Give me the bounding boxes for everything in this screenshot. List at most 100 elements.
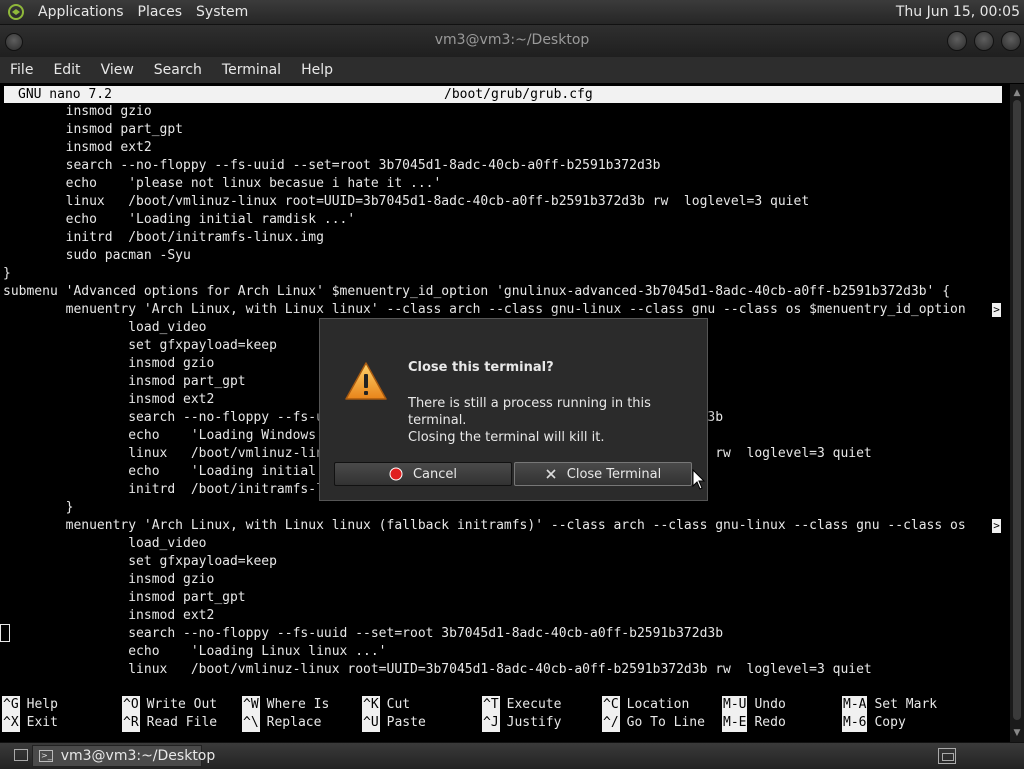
- shortcut-label: Undo: [754, 697, 786, 712]
- cancel-button[interactable]: Cancel: [334, 462, 512, 486]
- editor-line-text: set gfxpayload=keep: [3, 338, 277, 353]
- shortcut-label: Replace: [266, 715, 322, 730]
- editor-line[interactable]: echo 'Loading initial ramdisk ...': [3, 211, 1003, 229]
- close-icon: [545, 468, 557, 480]
- workspace-switcher-icon[interactable]: [938, 748, 956, 764]
- shortcut-label: Cut: [386, 697, 411, 712]
- cancel-icon: [389, 467, 403, 481]
- dialog-message-line1: There is still a process running in this…: [408, 396, 651, 428]
- top-panel: Applications Places System Thu Jun 15, 0…: [0, 0, 1024, 25]
- shortcut-item: ^K Cut: [362, 696, 410, 714]
- editor-line-text: echo 'Loading initial ramdisk ...': [3, 212, 356, 227]
- editor-line[interactable]: sudo pacman -Syu: [3, 247, 1003, 265]
- shortcut-label: Go To Line: [626, 715, 705, 730]
- shortcut-key: ^O: [122, 696, 140, 714]
- dialog-title: Close this terminal?: [408, 360, 554, 375]
- menu-search[interactable]: Search: [144, 62, 212, 78]
- editor-line[interactable]: submenu 'Advanced options for Arch Linux…: [3, 283, 1003, 301]
- editor-line-text: insmod gzio: [3, 572, 215, 587]
- editor-line[interactable]: linux /boot/vmlinuz-linux root=UUID=3b70…: [3, 661, 1003, 679]
- shortcut-label: Redo: [754, 715, 786, 730]
- close-terminal-button[interactable]: Close Terminal: [514, 462, 692, 486]
- window-menu-icon[interactable]: [5, 33, 23, 51]
- shortcut-label: Justify: [506, 715, 562, 730]
- shortcut-key: M-U: [722, 696, 748, 714]
- shortcut-label: Copy: [874, 715, 906, 730]
- system-menu[interactable]: System: [190, 4, 256, 20]
- dialog-message-line2: Closing the terminal will kill it.: [408, 430, 605, 445]
- editor-line-text: search --no-floppy --fs-uuid --set=root …: [3, 158, 661, 173]
- menu-view[interactable]: View: [91, 62, 144, 78]
- editor-line-text: echo 'Loading Linux linux ...': [3, 644, 387, 659]
- editor-line-text: insmod ext2: [3, 140, 152, 155]
- editor-line[interactable]: }: [3, 499, 1003, 517]
- editor-line[interactable]: load_video: [3, 535, 1003, 553]
- editor-line[interactable]: search --no-floppy --fs-uuid --set=root …: [3, 625, 1003, 643]
- nano-shortcut-bar: ^G Help ^O Write Out ^W Where Is ^K Cut ^T Execut…: [0, 696, 1010, 736]
- editor-line[interactable]: menuentry 'Arch Linux, with Linux linux …: [3, 517, 1003, 535]
- nano-filename: /boot/grub/grub.cfg: [444, 87, 593, 102]
- editor-line[interactable]: insmod part_gpt: [3, 589, 1003, 607]
- menu-terminal[interactable]: Terminal: [212, 62, 291, 78]
- terminal-icon: >_: [39, 750, 53, 762]
- shortcut-item: M-A Set Mark: [842, 696, 937, 714]
- shortcut-key: M-6: [842, 714, 868, 732]
- minimize-button[interactable]: [947, 31, 967, 51]
- editor-line[interactable]: insmod ext2: [3, 139, 1003, 157]
- clock[interactable]: Thu Jun 15, 00:05: [896, 4, 1020, 20]
- editor-line[interactable]: initrd /boot/initramfs-linux.img: [3, 229, 1003, 247]
- editor-line[interactable]: search --no-floppy --fs-uuid --set=root …: [3, 157, 1003, 175]
- editor-line-text: menuentry 'Arch Linux, with Linux linux'…: [3, 302, 966, 317]
- shortcut-item: ^X Exit: [2, 714, 58, 732]
- line-overflow-marker: >: [992, 303, 1001, 317]
- editor-line[interactable]: menuentry 'Arch Linux, with Linux linux'…: [3, 301, 1003, 319]
- nano-version: GNU nano 7.2: [18, 87, 112, 102]
- editor-line[interactable]: insmod ext2: [3, 607, 1003, 625]
- shortcut-item: ^\ Replace: [242, 714, 321, 732]
- scroll-up-icon[interactable]: ▲: [1010, 86, 1024, 100]
- menu-file[interactable]: File: [0, 62, 43, 78]
- editor-line-text: linux /boot/vmlinuz-linux root=UUID=3b70…: [3, 194, 810, 209]
- close-terminal-dialog: Close this terminal? There is still a pr…: [319, 318, 708, 501]
- editor-line-text: menuentry 'Arch Linux, with Linux linux …: [3, 518, 966, 533]
- taskbar-window-label: vm3@vm3:~/Desktop: [60, 748, 216, 764]
- editor-line[interactable]: echo 'Loading Linux linux ...': [3, 643, 1003, 661]
- shortcut-item: ^R Read File: [122, 714, 217, 732]
- places-menu[interactable]: Places: [132, 4, 191, 20]
- editor-line[interactable]: insmod gzio: [3, 103, 1003, 121]
- shortcut-key: ^W: [242, 696, 260, 714]
- vertical-scrollbar[interactable]: ▲ ▼: [1010, 84, 1024, 742]
- maximize-button[interactable]: [974, 31, 994, 51]
- editor-line[interactable]: echo 'please not linux becasue i hate it…: [3, 175, 1003, 193]
- editor-line[interactable]: linux /boot/vmlinuz-linux root=UUID=3b70…: [3, 193, 1003, 211]
- shortcut-key: M-A: [842, 696, 868, 714]
- distro-logo-icon[interactable]: [6, 2, 26, 22]
- shortcut-item: ^J Justify: [482, 714, 561, 732]
- shortcut-key: ^/: [602, 714, 620, 732]
- dialog-message: There is still a process running in this…: [408, 395, 698, 446]
- shortcut-item: ^O Write Out: [122, 696, 217, 714]
- show-desktop-icon[interactable]: [14, 749, 28, 761]
- editor-line-text: linux /boot/vmlinuz-linux root=UUID=3b70…: [3, 662, 872, 677]
- scroll-down-icon[interactable]: ▼: [1010, 726, 1024, 740]
- shortcut-item: ^W Where Is: [242, 696, 329, 714]
- shortcut-key: ^T: [482, 696, 500, 714]
- editor-line[interactable]: set gfxpayload=keep: [3, 553, 1003, 571]
- editor-line-text: insmod part_gpt: [3, 590, 246, 605]
- editor-line[interactable]: }: [3, 265, 1003, 283]
- shortcut-key: ^\: [242, 714, 260, 732]
- editor-line[interactable]: insmod part_gpt: [3, 121, 1003, 139]
- menu-edit[interactable]: Edit: [43, 62, 90, 78]
- applications-menu[interactable]: Applications: [32, 4, 132, 20]
- shortcut-label: Set Mark: [874, 697, 938, 712]
- shortcut-item: ^G Help: [2, 696, 58, 714]
- close-terminal-label: Close Terminal: [566, 466, 662, 482]
- close-window-button[interactable]: [1001, 31, 1021, 51]
- window-titlebar[interactable]: vm3@vm3:~/Desktop: [0, 25, 1024, 57]
- line-overflow-marker: >: [992, 519, 1001, 533]
- menu-help[interactable]: Help: [291, 62, 343, 78]
- scroll-thumb[interactable]: [1013, 100, 1021, 720]
- shortcut-key: M-E: [722, 714, 748, 732]
- taskbar-window-button[interactable]: >_ vm3@vm3:~/Desktop: [32, 745, 215, 767]
- editor-line[interactable]: insmod gzio: [3, 571, 1003, 589]
